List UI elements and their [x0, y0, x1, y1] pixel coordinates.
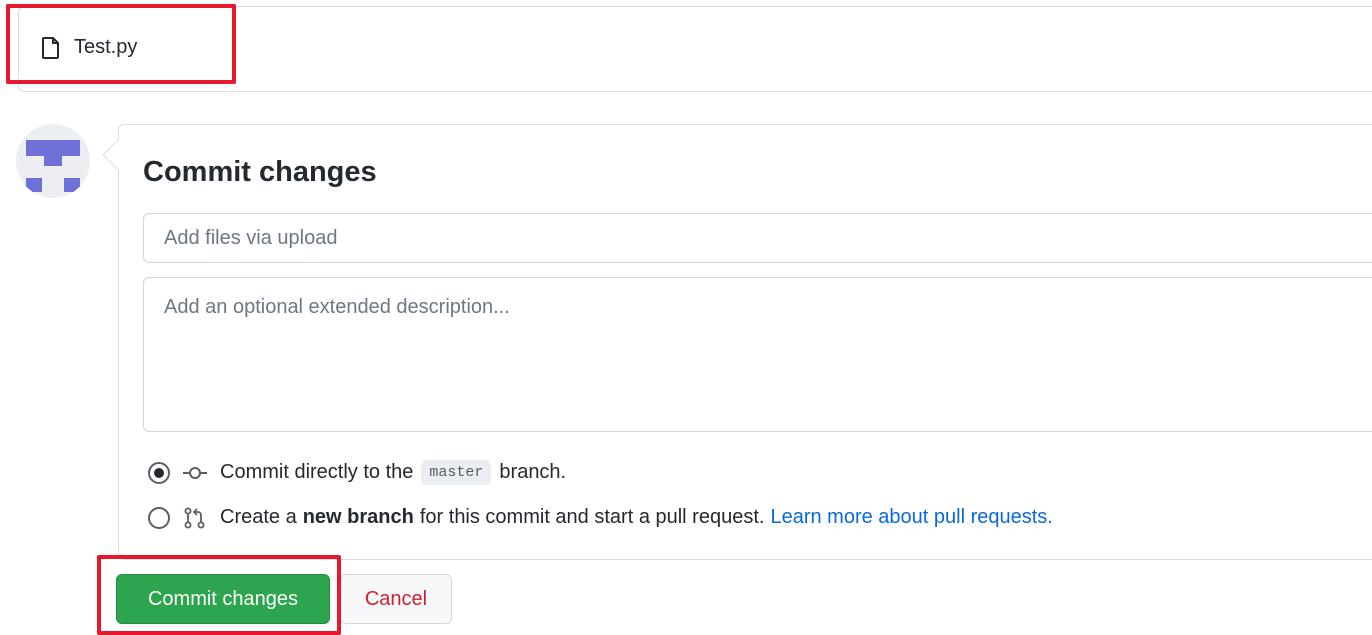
- page: Test.py Commit changes Commit directly t…: [0, 0, 1372, 635]
- cancel-button[interactable]: Cancel: [340, 574, 452, 624]
- git-commit-icon: [183, 466, 207, 479]
- commit-description-input[interactable]: [143, 277, 1372, 432]
- identicon-icon: [26, 140, 80, 192]
- branch-name-badge: master: [421, 460, 492, 485]
- commit-direct-radio[interactable]: [148, 461, 170, 484]
- file-list-item[interactable]: Test.py: [42, 36, 137, 59]
- file-name: Test.py: [74, 36, 138, 58]
- commit-form-title: Commit changes: [143, 156, 377, 188]
- new-branch-radio[interactable]: [148, 506, 170, 529]
- commit-direct-text: Commit directly to the: [220, 461, 414, 483]
- new-branch-bold-text: new branch: [302, 506, 414, 528]
- pull-request-help-link[interactable]: Learn more about pull requests.: [770, 506, 1052, 529]
- new-branch-text-before: Create a: [220, 506, 297, 528]
- new-branch-option[interactable]: Create a new branch for this commit and …: [148, 506, 1053, 529]
- commit-changes-button[interactable]: Commit changes: [116, 574, 330, 624]
- avatar[interactable]: [16, 124, 90, 198]
- file-list: [18, 6, 1372, 92]
- commit-direct-text-after: branch.: [499, 461, 567, 483]
- commit-summary-input[interactable]: [143, 213, 1372, 263]
- git-pull-request-icon: [184, 507, 205, 528]
- file-icon: [42, 36, 59, 59]
- new-branch-text-after: for this commit and start a pull request…: [419, 506, 765, 528]
- commit-direct-option[interactable]: Commit directly to the master branch.: [148, 460, 566, 485]
